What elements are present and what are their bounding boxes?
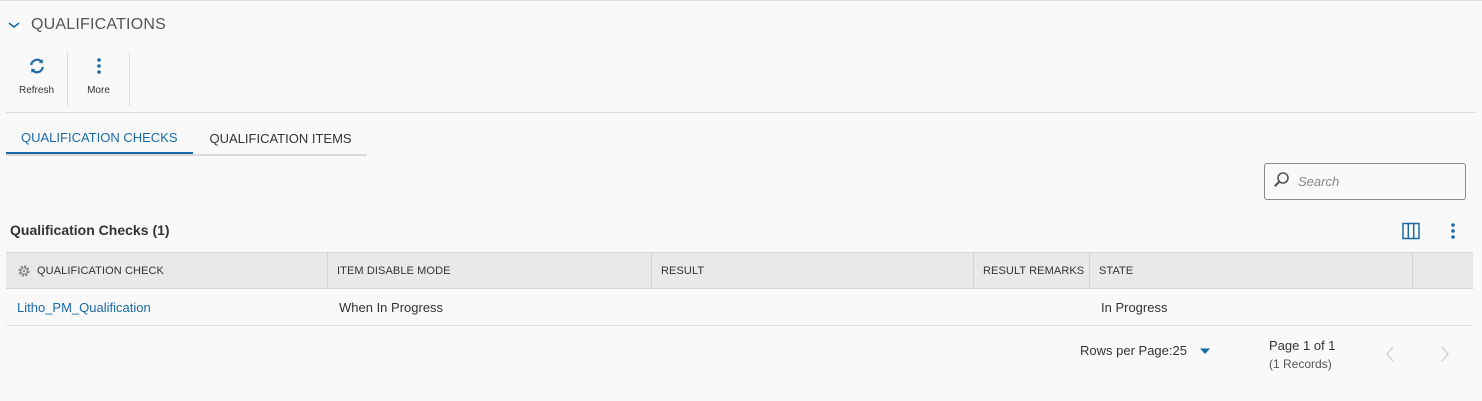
search-input[interactable] [1298, 174, 1458, 189]
section-title: QUALIFICATIONS [31, 16, 166, 33]
grid-more-vertical-icon[interactable] [1446, 222, 1460, 245]
tab-qualification-items[interactable]: QUALIFICATION ITEMS [193, 122, 367, 154]
page-indicator: Page 1 of 1 [1269, 338, 1336, 353]
section-header[interactable]: QUALIFICATIONS [6, 14, 166, 36]
column-header-state[interactable]: STATE [1090, 253, 1413, 288]
column-header-qualification-check[interactable]: QUALIFICATION CHECK [6, 253, 328, 288]
column-label: QUALIFICATION CHECK [37, 264, 164, 277]
table-row[interactable]: Litho_PM_Qualification When In Progress … [6, 289, 1473, 326]
search-icon [1273, 171, 1290, 193]
top-border [0, 0, 1482, 1]
record-count: (1 Records) [1269, 357, 1332, 371]
more-label: More [87, 85, 110, 96]
more-button[interactable]: More [68, 52, 130, 106]
gear-icon[interactable] [17, 264, 31, 278]
column-header-result-remarks[interactable]: RESULT REMARKS [974, 253, 1090, 288]
cell-state: In Progress [1101, 299, 1168, 315]
column-header-spacer [1413, 253, 1473, 288]
tab-qualification-checks[interactable]: QUALIFICATION CHECKS [6, 122, 193, 154]
grid-title: Qualification Checks (1) [10, 222, 170, 238]
column-header-item-disable-mode[interactable]: ITEM DISABLE MODE [328, 253, 652, 288]
chevron-left-icon[interactable] [1385, 345, 1395, 368]
pagination-bar: Rows per Page: 25 Page 1 of 1 (1 Records… [0, 336, 1482, 376]
column-header-result[interactable]: RESULT [652, 253, 974, 288]
rows-per-page-value: 25 [1172, 343, 1187, 358]
chevron-right-icon[interactable] [1440, 345, 1450, 368]
toolbar: Refresh More [6, 52, 130, 108]
page-info: Page 1 of 1 (1 Records) [1269, 337, 1336, 373]
grid-title-text: Qualification Checks [10, 222, 149, 238]
more-vertical-icon [96, 56, 102, 76]
cell-item-disable-mode: When In Progress [339, 299, 444, 315]
toolbar-divider [6, 112, 1476, 113]
cell-qualification-check-link[interactable]: Litho_PM_Qualification [6, 300, 328, 315]
table-header: QUALIFICATION CHECK ITEM DISABLE MODE RE… [6, 252, 1473, 289]
qualification-checks-table: QUALIFICATION CHECK ITEM DISABLE MODE RE… [6, 252, 1473, 326]
refresh-button[interactable]: Refresh [6, 52, 68, 106]
grid-record-count: (1) [152, 222, 170, 238]
chevron-down-icon[interactable] [6, 17, 22, 33]
caret-down-icon [1199, 343, 1211, 358]
rows-per-page-label: Rows per Page: [1080, 343, 1173, 358]
refresh-label: Refresh [18, 85, 54, 96]
tab-bar: QUALIFICATION CHECKS QUALIFICATION ITEMS [6, 122, 367, 156]
refresh-icon [28, 56, 46, 76]
rows-per-page-select[interactable]: Rows per Page: 25 [1080, 343, 1211, 358]
columns-icon[interactable] [1402, 222, 1420, 245]
search-box[interactable] [1264, 163, 1466, 200]
